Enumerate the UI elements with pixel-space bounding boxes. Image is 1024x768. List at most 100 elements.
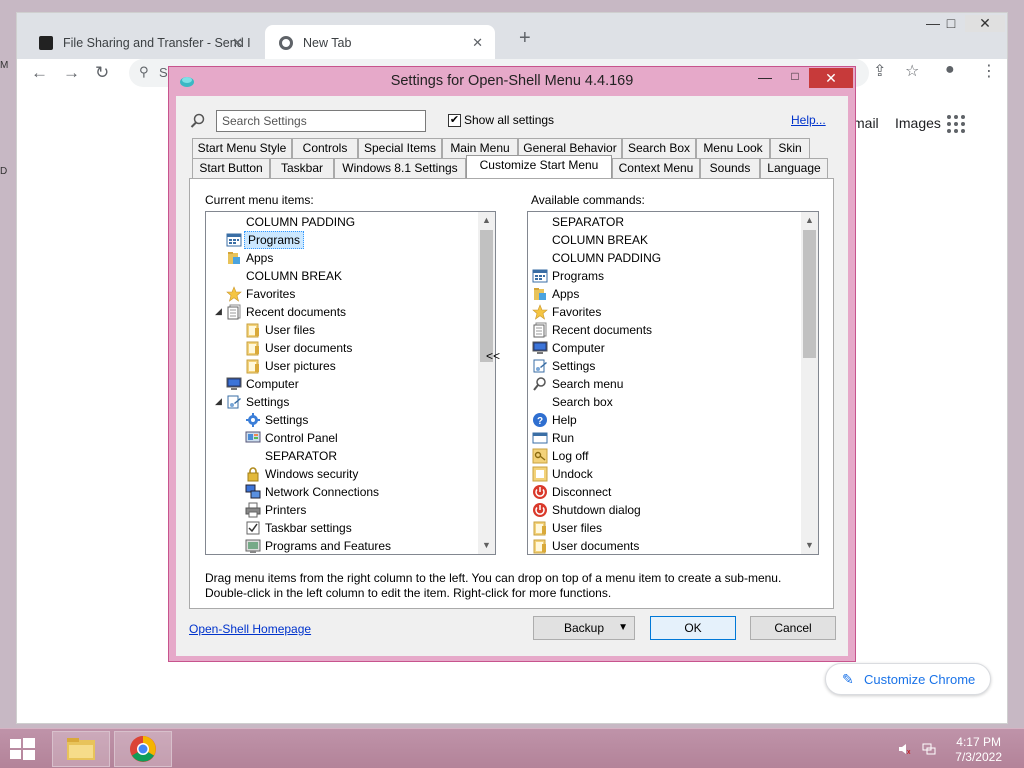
forward-arrow-icon[interactable]: → [63,63,80,83]
folder-icon [532,538,548,554]
open-shell-homepage-link[interactable]: Open-Shell Homepage [189,622,311,636]
gmail-link[interactable]: mail [853,115,879,131]
tab-language[interactable]: Language [760,158,828,178]
chrome-taskbar-button[interactable] [114,731,172,767]
current-menu-item-label: Network Connections [265,485,380,499]
programs-icon [532,268,548,284]
speaker-muted-icon[interactable]: x [898,743,912,756]
tab-title: New Tab [303,36,352,50]
share-icon[interactable]: ⇪ [873,61,886,81]
windows-start-icon[interactable] [6,737,38,761]
tab-sounds[interactable]: Sounds [700,158,760,178]
current-menu-items-label: Current menu items: [205,193,314,207]
available-command-item-label: COLUMN BREAK [552,233,649,247]
new-tab-button[interactable]: + [519,27,531,50]
reload-icon[interactable]: ↻ [95,63,109,83]
network-icon[interactable] [922,743,936,755]
tab-taskbar[interactable]: Taskbar [270,158,334,178]
current-menu-item-label: COLUMN BREAK [246,269,343,283]
close-tab-icon[interactable]: ✕ [472,35,483,51]
current-menu-items-list[interactable]: COLUMN PADDING Programs Apps COLUMN BREAK Fa… [205,211,496,555]
current-menu-item-label: Settings [265,413,309,427]
none-icon [532,250,548,266]
dialog-close-button[interactable]: ✕ [809,68,853,88]
tree-expander-icon[interactable]: ◢ [215,396,222,407]
back-arrow-icon[interactable]: ← [31,63,48,83]
current-list-scrollbar[interactable]: ▲ ▼ [478,212,495,554]
pencil-icon: ✎ [842,671,854,687]
window-close-button[interactable]: ✕ [965,15,1005,32]
tab-start-button[interactable]: Start Button [192,158,270,178]
available-commands-list[interactable]: SEPARATOR COLUMN BREAK COLUMN PADDING Progr… [527,211,819,555]
computer-icon [226,376,242,392]
printer-icon [245,502,261,518]
tab-search-box[interactable]: Search Box [622,138,696,158]
settings-icon [532,358,548,374]
open-shell-settings-dialog: Settings for Open-Shell Menu 4.4.169 — □… [168,66,856,662]
tab-controls[interactable]: Controls [292,138,358,158]
dialog-minimize-button[interactable]: — [751,69,779,91]
tab-context-menu[interactable]: Context Menu [612,158,700,178]
available-list-scrollbar[interactable]: ▲ ▼ [801,212,818,554]
current-menu-item-label: Settings [246,395,290,409]
show-all-settings-checkbox[interactable]: ✔ [448,114,461,127]
available-command-item-label: SEPARATOR [552,215,625,229]
scroll-up-icon[interactable]: ▲ [801,212,818,229]
dropdown-arrow-icon: ▼ [618,622,628,633]
bookmark-star-icon[interactable]: ☆ [905,61,919,81]
menu-kebab-icon[interactable]: ⋮ [981,61,997,81]
current-menu-item-label: Programs and Features [265,539,392,553]
available-command-item-label: Search menu [552,377,624,391]
dialog-maximize-button[interactable]: □ [781,69,809,91]
current-menu-item-label: COLUMN PADDING [246,215,356,229]
tree-expander-icon[interactable]: ◢ [215,306,222,317]
current-menu-item-label: SEPARATOR [265,449,338,463]
close-tab-icon[interactable]: ✕ [232,35,243,51]
images-link[interactable]: Images [895,115,941,131]
instructions-line-1: Drag menu items from the right column to… [205,571,782,585]
available-command-item-label: User files [552,521,603,535]
scroll-thumb[interactable] [480,230,493,362]
apps-icon [226,250,242,266]
help-icon: ? [532,412,548,428]
scroll-down-icon[interactable]: ▼ [801,537,818,554]
desktop-edge-mark: D [0,166,8,177]
scroll-down-icon[interactable]: ▼ [478,537,495,554]
move-left-button[interactable]: << [486,349,500,363]
customize-chrome-button[interactable]: ✎ Customize Chrome [825,663,991,695]
tab-start-menu-style[interactable]: Start Menu Style [192,138,292,158]
file-explorer-taskbar-button[interactable] [52,731,110,767]
search-settings-input[interactable]: Search Settings [216,110,426,132]
available-command-item-label: Undock [552,467,593,481]
help-link[interactable]: Help... [791,113,826,127]
current-menu-item-label: Printers [265,503,307,517]
tab-special-items[interactable]: Special Items [358,138,442,158]
undock-icon [532,466,548,482]
network-icon [245,484,261,500]
search-icon [190,113,205,128]
current-menu-item-label: Apps [246,251,274,265]
chrome-logo-icon [130,736,156,762]
desktop-edge-mark: M [0,60,9,71]
tab-skin[interactable]: Skin [770,138,810,158]
profile-avatar-icon[interactable]: ● [945,61,955,79]
browser-tab-new-tab[interactable]: New Tab ✕ [265,25,495,61]
show-all-settings-label: Show all settings [464,113,555,127]
tab-menu-look[interactable]: Menu Look [696,138,770,158]
system-clock[interactable]: 4:17 PM 7/3/2022 [955,735,1002,765]
cancel-button[interactable]: Cancel [750,616,836,640]
star-icon [226,286,242,302]
ok-button[interactable]: OK [650,616,736,640]
scroll-up-icon[interactable]: ▲ [478,212,495,229]
tab-customize-start-menu[interactable]: Customize Start Menu [466,155,612,178]
search-icon [532,376,548,392]
google-apps-icon[interactable] [947,115,965,133]
backup-dropdown-button[interactable]: Backup ▼ [533,616,635,640]
browser-tab-file-sharing[interactable]: File Sharing and Transfer - Send I ✕ [25,25,255,61]
folder-icon [245,322,261,338]
current-menu-item-label: User files [265,323,316,337]
tab-windows-81-settings[interactable]: Windows 8.1 Settings [334,158,466,178]
scroll-thumb[interactable] [803,230,816,358]
available-command-item-label: Computer [552,341,605,355]
none-icon [532,394,548,410]
